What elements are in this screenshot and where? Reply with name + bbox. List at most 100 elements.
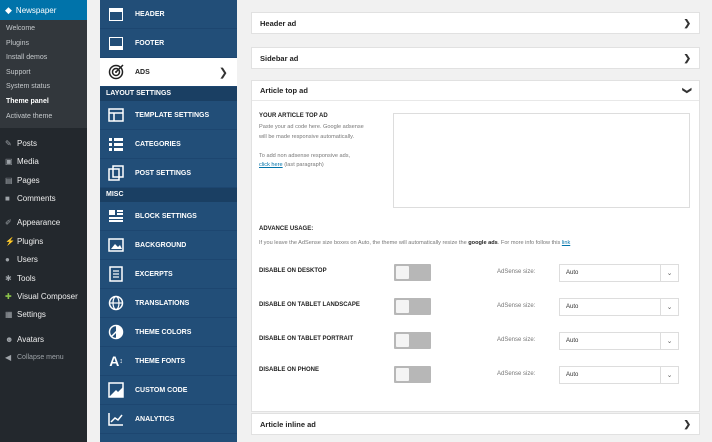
disable-tablet-portrait-toggle[interactable] <box>394 332 431 349</box>
menu-appearance[interactable]: ✐ Appearance <box>0 214 87 232</box>
menu-tools[interactable]: ✱ Tools <box>0 269 87 287</box>
nav-footer[interactable]: FOOTER <box>100 29 237 58</box>
nav-custom-code[interactable]: CUSTOM CODE <box>100 376 237 405</box>
adsense-size-label: AdSense size: <box>497 337 536 343</box>
menu-settings[interactable]: ▦ Settings <box>0 306 87 324</box>
plugins-icon: ⚡ <box>5 236 15 246</box>
article-inline-ad-panel[interactable]: Article inline ad ❯ <box>251 413 700 435</box>
nav-excerpts[interactable]: EXCERPTS <box>100 260 237 289</box>
submenu-theme-panel[interactable]: Theme panel <box>0 95 87 110</box>
nav-analytics[interactable]: ANALYTICS <box>100 405 237 434</box>
menu-posts[interactable]: ✎ Posts <box>0 134 87 152</box>
menu-label: Avatars <box>17 334 44 344</box>
font-icon: A ↕ <box>109 353 123 369</box>
newspaper-menu-item[interactable]: ◆ Newspaper <box>0 0 87 20</box>
advance-usage-label: ADVANCE USAGE: <box>259 226 314 232</box>
submenu-activate-theme[interactable]: Activate theme <box>0 110 87 125</box>
panel-header[interactable]: Article inline ad ❯ <box>252 414 699 434</box>
menu-users[interactable]: ● Users <box>0 251 87 269</box>
submenu-plugins[interactable]: Plugins <box>0 37 87 52</box>
nav-label: TRANSLATIONS <box>135 299 190 307</box>
menu-label: Comments <box>17 194 56 204</box>
submenu-install-demos[interactable]: Install demos <box>0 51 87 66</box>
nav-header[interactable]: HEADER <box>100 0 237 29</box>
tablet-landscape-size-select[interactable]: Auto ⌄ <box>559 298 679 316</box>
panel-header[interactable]: Header ad ❯ <box>252 13 699 33</box>
document-icon <box>107 266 125 282</box>
nav-categories[interactable]: CATEGORIES <box>100 130 237 159</box>
select-value: Auto <box>566 338 579 344</box>
target-icon <box>107 64 125 80</box>
template-icon <box>107 107 125 123</box>
collapse-icon: ◀ <box>5 353 12 363</box>
desktop-size-select[interactable]: Auto ⌄ <box>559 264 679 282</box>
menu-comments[interactable]: ■ Comments <box>0 189 87 207</box>
submenu-system-status[interactable]: System status <box>0 80 87 95</box>
nav-label: BACKGROUND <box>135 241 187 249</box>
nav-template-settings[interactable]: TEMPLATE SETTINGS <box>100 101 237 130</box>
comments-icon: ■ <box>5 194 10 204</box>
nav-background[interactable]: BACKGROUND <box>100 231 237 260</box>
your-ad-label: YOUR ARTICLE TOP AD <box>259 113 328 119</box>
menu-visual-composer[interactable]: ✚ Visual Composer <box>0 287 87 305</box>
nav-block-settings[interactable]: BLOCK SETTINGS <box>100 202 237 231</box>
select-value: Auto <box>566 372 579 378</box>
menu-label: Visual Composer <box>17 291 78 301</box>
wp-admin-menu: ◆ Newspaper Welcome Plugins Install demo… <box>0 0 87 442</box>
nav-label: EXCERPTS <box>135 270 173 278</box>
theme-panel-nav: HEADER FOOTER ADS ❯ LAYOUT SETTINGS TEMP… <box>100 0 237 442</box>
nav-theme-colors[interactable]: THEME COLORS <box>100 318 237 347</box>
media-icon: ▣ <box>5 157 13 167</box>
chevron-down-icon: ⌄ <box>660 367 678 383</box>
settings-icon: ▦ <box>5 310 13 320</box>
nav-label: FOOTER <box>135 39 165 47</box>
sidebar-ad-panel[interactable]: Sidebar ad ❯ <box>251 47 700 69</box>
panel-header[interactable]: Article top ad ❯ <box>252 81 699 101</box>
nav-label: THEME COLORS <box>135 328 192 336</box>
info-link[interactable]: link <box>562 240 570 246</box>
nav-label: HEADER <box>135 10 165 18</box>
pin-icon: ✎ <box>5 138 12 148</box>
menu-avatars[interactable]: ☻ Avatars <box>0 330 87 348</box>
adsense-size-label: AdSense size: <box>497 371 536 377</box>
tablet-portrait-size-select[interactable]: Auto ⌄ <box>559 332 679 350</box>
submenu-welcome[interactable]: Welcome <box>0 22 87 37</box>
phone-size-select[interactable]: Auto ⌄ <box>559 366 679 384</box>
nav-ads[interactable]: ADS ❯ <box>100 58 237 87</box>
contrast-icon <box>107 324 125 340</box>
submenu-support[interactable]: Support <box>0 66 87 81</box>
panel-header[interactable]: Sidebar ad ❯ <box>252 48 699 68</box>
header-icon <box>107 6 125 22</box>
advance-text: . For more info follow this <box>497 240 562 246</box>
nav-post-settings[interactable]: POST SETTINGS <box>100 159 237 188</box>
desc-line: (last paragraph) <box>282 162 324 168</box>
code-icon <box>107 382 125 398</box>
menu-plugins[interactable]: ⚡ Plugins <box>0 232 87 250</box>
panel-title: Article top ad <box>260 86 308 95</box>
click-here-link[interactable]: click here <box>259 162 283 168</box>
disable-phone-toggle[interactable] <box>394 366 431 383</box>
nav-label: ANALYTICS <box>135 415 175 423</box>
ad-code-textarea[interactable] <box>393 113 690 208</box>
nav-theme-fonts[interactable]: A ↕ THEME FONTS <box>100 347 237 376</box>
section-misc: MISC <box>100 188 237 202</box>
menu-media[interactable]: ▣ Media <box>0 153 87 171</box>
chevron-down-icon: ❯ <box>682 86 693 95</box>
menu-label: Posts <box>17 138 38 148</box>
newspaper-logo-icon: ◆ <box>5 4 12 15</box>
disable-desktop-toggle[interactable] <box>394 264 431 281</box>
chevron-right-icon: ❯ <box>218 66 228 79</box>
menu-collapse[interactable]: ◀ Collapse menu <box>0 348 87 366</box>
nav-translations[interactable]: TRANSLATIONS <box>100 289 237 318</box>
header-ad-panel[interactable]: Header ad ❯ <box>251 12 700 34</box>
advance-bold: google ads <box>468 240 498 246</box>
menu-pages[interactable]: ▤ Pages <box>0 171 87 189</box>
nav-label: THEME FONTS <box>135 357 186 365</box>
list-icon <box>107 136 125 152</box>
disable-tablet-landscape-toggle[interactable] <box>394 298 431 315</box>
adsense-size-label: AdSense size: <box>497 303 536 309</box>
advance-text: If you leave the AdSense size boxes on A… <box>259 240 469 246</box>
composer-icon: ✚ <box>5 291 12 301</box>
menu-label: Appearance <box>17 218 61 228</box>
disable-tablet-portrait-label: DISABLE ON TABLET PORTRAIT <box>259 336 354 342</box>
